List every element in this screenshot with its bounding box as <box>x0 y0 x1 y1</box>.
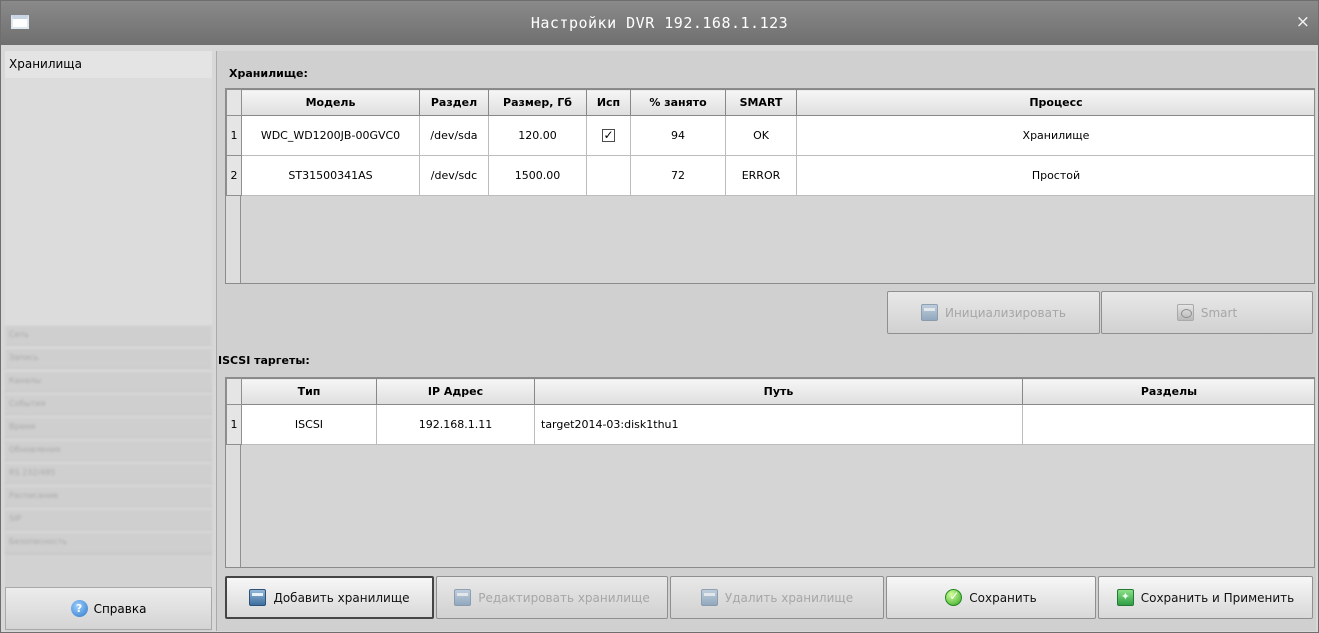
size-cell[interactable]: 120.00 <box>488 115 587 156</box>
add-storage-button[interactable]: Добавить хранилище <box>225 576 434 619</box>
partitions-cell[interactable] <box>1022 404 1314 445</box>
storage-section-title: Хранилище: <box>229 67 308 80</box>
row-number: 1 <box>226 404 242 445</box>
model-cell[interactable]: WDC_WD1200JB-00GVC0 <box>241 115 420 156</box>
used-checkbox[interactable]: ✓ <box>602 129 615 142</box>
storage-table: Модель Раздел Размер, Гб Исп % занято SM… <box>225 88 1315 284</box>
initialize-button[interactable]: Инициализировать <box>887 291 1100 334</box>
column-size[interactable]: Размер, Гб <box>488 89 587 116</box>
row-number-header <box>226 89 242 116</box>
delete-storage-button[interactable]: Удалить хранилище <box>670 576 884 619</box>
save-apply-button[interactable]: Сохранить и Применить <box>1098 576 1313 619</box>
size-cell[interactable]: 1500.00 <box>488 155 587 196</box>
path-cell[interactable]: target2014-03:disk1thu1 <box>534 404 1023 445</box>
process-cell[interactable]: Хранилище <box>796 115 1314 156</box>
table-row[interactable]: 1 WDC_WD1200JB-00GVC0 /dev/sda 120.00 ✓ … <box>226 115 1314 156</box>
help-button[interactable]: ? Справка <box>5 587 212 630</box>
column-used[interactable]: Исп <box>586 89 631 116</box>
help-label: Справка <box>93 601 147 616</box>
checkmark-icon <box>945 589 963 606</box>
column-model[interactable]: Модель <box>241 89 420 116</box>
iscsi-table: Тип IP Адрес Путь Разделы 1 ISCSI 192.16… <box>225 377 1315 568</box>
edit-storage-label: Редактировать хранилище <box>478 590 650 605</box>
column-process[interactable]: Процесс <box>796 89 1314 116</box>
save-apply-label: Сохранить и Применить <box>1140 590 1295 605</box>
storage-icon <box>700 589 718 606</box>
sidebar-item-schedule[interactable]: Расписание <box>5 485 212 508</box>
table-row[interactable]: 2 ST31500341AS /dev/sdc 1500.00 72 ERROR… <box>226 155 1314 196</box>
apply-icon <box>1116 589 1134 606</box>
column-ip-address[interactable]: IP Адрес <box>376 378 535 405</box>
row-number-header <box>226 378 242 405</box>
iscsi-section-title: ISCSI таргеты: <box>218 354 310 367</box>
storage-settings-panel: Хранилище: Модель Раздел Размер, Гб Исп … <box>216 51 1316 631</box>
database-icon <box>920 304 938 321</box>
row-number: 1 <box>226 115 242 156</box>
table-row[interactable]: 1 ISCSI 192.168.1.11 target2014-03:disk1… <box>226 404 1314 445</box>
sidebar-item-time[interactable]: Время <box>5 416 212 439</box>
sidebar-item-updates[interactable]: Обновления <box>5 439 212 462</box>
iscsi-table-header: Тип IP Адрес Путь Разделы <box>226 378 1314 405</box>
save-label: Сохранить <box>969 590 1037 605</box>
add-storage-label: Добавить хранилище <box>273 590 410 605</box>
sidebar-item-channels[interactable]: Каналы <box>5 370 212 393</box>
row-number: 2 <box>226 155 242 196</box>
sidebar-item-recording[interactable]: Запись <box>5 347 212 370</box>
settings-sidebar: Хранилища Сеть Запись Каналы События Вре… <box>5 51 212 631</box>
close-icon[interactable]: × <box>1296 12 1310 32</box>
occupied-cell[interactable]: 72 <box>630 155 726 196</box>
save-button[interactable]: Сохранить <box>886 576 1096 619</box>
help-icon: ? <box>70 600 88 617</box>
sidebar-item-events[interactable]: События <box>5 393 212 416</box>
ip-cell[interactable]: 192.168.1.11 <box>376 404 535 445</box>
smart-cell[interactable]: ERROR <box>725 155 797 196</box>
partition-cell[interactable]: /dev/sda <box>419 115 489 156</box>
column-partition[interactable]: Раздел <box>419 89 489 116</box>
dvr-settings-window: Настройки DVR 192.168.1.123 × Хранилища … <box>0 0 1319 633</box>
occupied-cell[interactable]: 94 <box>630 115 726 156</box>
disk-icon <box>1176 304 1194 321</box>
smart-cell[interactable]: OK <box>725 115 797 156</box>
column-occupied[interactable]: % занято <box>630 89 726 116</box>
sidebar-item-sip[interactable]: SIP <box>5 508 212 531</box>
partition-cell[interactable]: /dev/sdc <box>419 155 489 196</box>
initialize-label: Инициализировать <box>944 305 1067 320</box>
sidebar-item-storage[interactable]: Хранилища <box>5 51 212 78</box>
sidebar-item-security[interactable]: Безопасность <box>5 531 212 554</box>
column-path[interactable]: Путь <box>534 378 1023 405</box>
storage-table-header: Модель Раздел Размер, Гб Исп % занято SM… <box>226 89 1314 116</box>
model-cell[interactable]: ST31500341AS <box>241 155 420 196</box>
column-smart[interactable]: SMART <box>725 89 797 116</box>
column-partitions[interactable]: Разделы <box>1022 378 1314 405</box>
storage-icon <box>249 589 267 606</box>
edit-storage-button[interactable]: Редактировать хранилище <box>436 576 668 619</box>
type-cell[interactable]: ISCSI <box>241 404 377 445</box>
used-cell[interactable]: ✓ <box>586 115 631 156</box>
window-titlebar: Настройки DVR 192.168.1.123 × <box>1 1 1318 45</box>
process-cell[interactable]: Простой <box>796 155 1314 196</box>
smart-button[interactable]: Smart <box>1101 291 1313 334</box>
column-type[interactable]: Тип <box>241 378 377 405</box>
delete-storage-label: Удалить хранилище <box>724 590 854 605</box>
storage-icon <box>454 589 472 606</box>
sidebar-item-rs232[interactable]: RS 232/485 <box>5 462 212 485</box>
sidebar-item-network[interactable]: Сеть <box>5 324 212 347</box>
used-cell[interactable] <box>586 155 631 196</box>
window-title: Настройки DVR 192.168.1.123 <box>530 14 789 32</box>
smart-label: Smart <box>1200 305 1238 320</box>
